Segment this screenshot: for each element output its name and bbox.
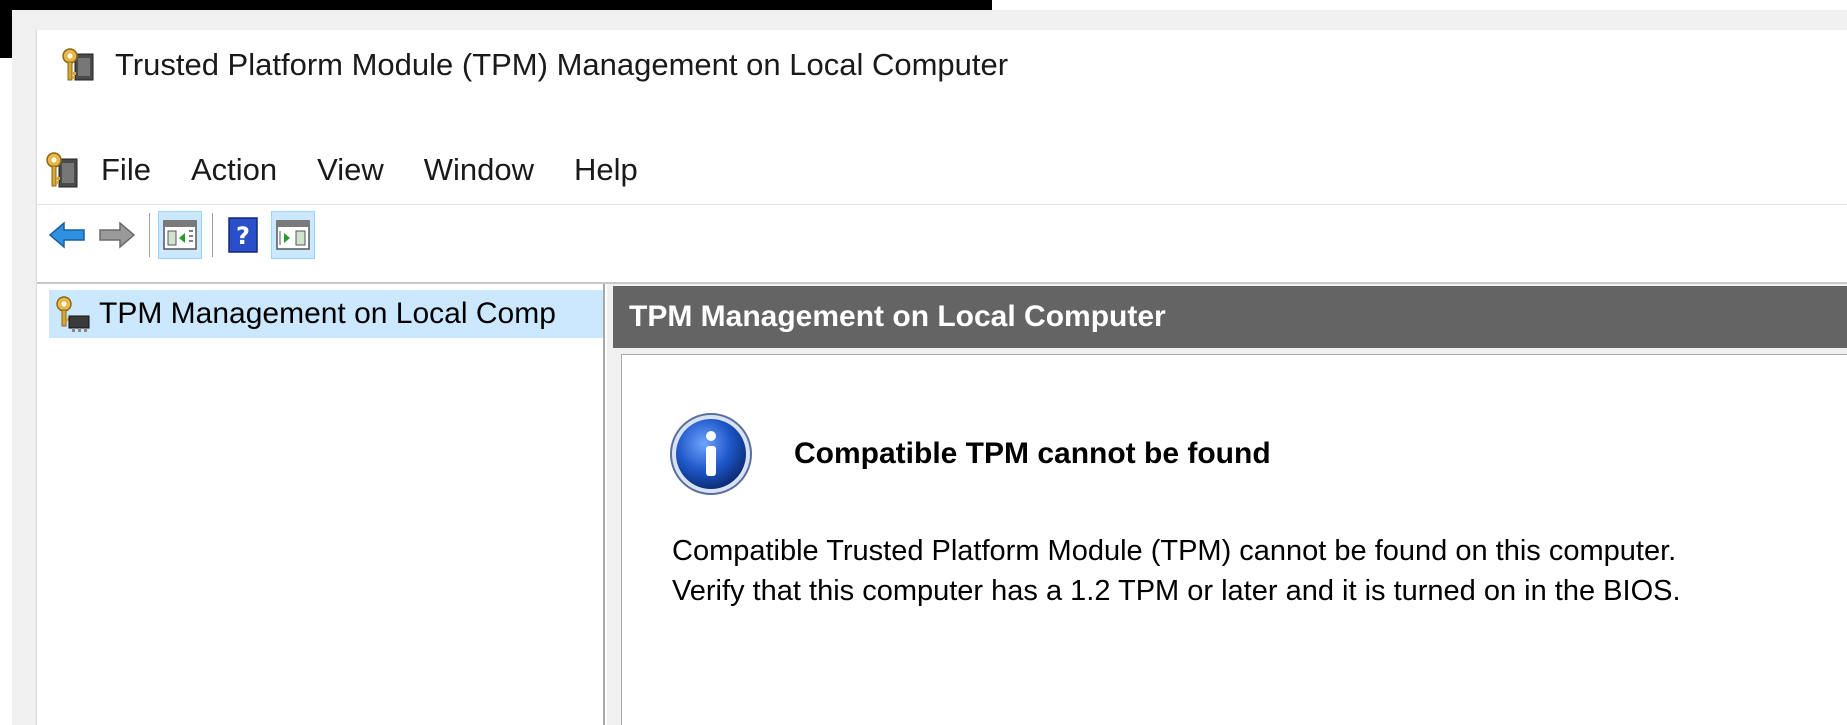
title-bar[interactable]: Trusted Platform Module (TPM) Management… [37, 30, 1847, 100]
system-menu-icon[interactable] [43, 149, 81, 191]
menu-window[interactable]: Window [416, 148, 542, 192]
svg-text:?: ? [236, 222, 250, 250]
results-pane: TPM Management on Local Computer Compati… [607, 284, 1847, 725]
toolbar-separator [212, 213, 213, 257]
content-panel: Compatible TPM cannot be found Compatibl… [621, 354, 1847, 725]
show-hide-console-tree-button[interactable] [158, 211, 202, 259]
menu-help[interactable]: Help [566, 148, 646, 192]
menu-action[interactable]: Action [183, 148, 285, 192]
window-title: Trusted Platform Module (TPM) Management… [115, 47, 1009, 82]
tree-item-tpm-management[interactable]: TPM Management on Local Comp [49, 290, 603, 338]
console-tree-pane: TPM Management on Local Comp [41, 284, 605, 725]
forward-button[interactable] [95, 211, 139, 259]
back-button[interactable] [45, 211, 89, 259]
status-title: Compatible TPM cannot be found [794, 437, 1271, 470]
show-hide-action-pane-button[interactable] [271, 211, 315, 259]
screen-edge-artifact-stub [0, 0, 12, 58]
show-hide-console-tree-icon [163, 220, 197, 250]
results-header-title: TPM Management on Local Computer [629, 300, 1166, 333]
menu-view[interactable]: View [309, 148, 392, 192]
show-hide-action-pane-icon [276, 220, 310, 250]
menu-bar: File Action View Window Help [37, 138, 1847, 202]
back-arrow-icon [48, 221, 85, 249]
toolbar: ? [45, 208, 1847, 262]
status-message: Compatible Trusted Platform Module (TPM)… [672, 535, 1681, 607]
help-icon: ? [228, 217, 258, 253]
menu-file[interactable]: File [93, 148, 159, 192]
results-header: TPM Management on Local Computer [613, 286, 1847, 348]
toolbar-divider [37, 204, 1847, 205]
tpm-management-icon [56, 296, 90, 332]
info-icon [670, 413, 752, 495]
tpm-key-app-icon [62, 48, 94, 81]
help-button[interactable]: ? [221, 211, 265, 259]
status-row: Compatible TPM cannot be found [668, 411, 1271, 497]
screen-edge-artifact [0, 0, 992, 10]
toolbar-separator [149, 213, 150, 257]
mmc-window: Trusted Platform Module (TPM) Management… [36, 30, 1847, 725]
tree-item-label: TPM Management on Local Comp [99, 297, 556, 330]
forward-arrow-icon [99, 221, 136, 249]
